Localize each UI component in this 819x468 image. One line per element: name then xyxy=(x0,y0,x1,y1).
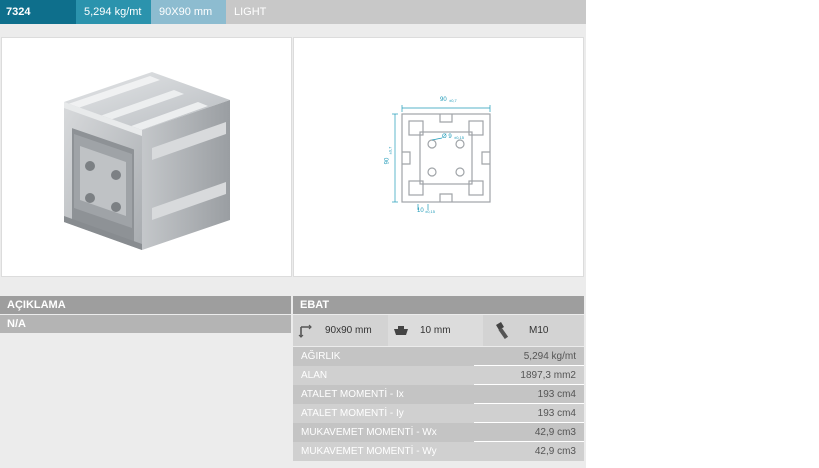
property-value: 1897,3 mm2 xyxy=(520,370,576,381)
property-label: AĞIRLIK xyxy=(301,351,341,362)
height-tolerance-label: ±0,7 xyxy=(387,146,393,155)
property-label: ALAN xyxy=(301,370,328,381)
description-value: N/A xyxy=(0,315,291,333)
table-row: ALAN 1897,3 mm2 xyxy=(293,366,584,385)
hole-diameter-label: Ø 9 xyxy=(442,134,452,140)
aluminium-profile-render xyxy=(64,72,230,250)
property-value: 193 cm4 xyxy=(537,408,576,419)
property-table: AĞIRLIK 5,294 kg/mt ALAN 1897,3 mm2 ATAL… xyxy=(293,347,584,461)
property-label: ATALET MOMENTİ - Iy xyxy=(301,408,404,419)
property-value: 42,9 cm3 xyxy=(534,446,576,457)
product-type: LIGHT xyxy=(226,0,586,24)
width-dimension-label: 90 xyxy=(440,97,447,103)
table-row: ATALET MOMENTİ - Iy 193 cm4 xyxy=(293,404,584,423)
table-row: ATALET MOMENTİ - Ix 193 cm4 xyxy=(293,385,584,404)
product-code: 7324 xyxy=(0,0,76,24)
dimension-bolt: M10 xyxy=(483,315,584,346)
dimension-specs: 90x90 mm 10 mm M10 xyxy=(293,315,584,346)
table-row: MUKAVEMET MOMENTİ - Wy 42,9 cm3 xyxy=(293,442,584,461)
slot-nut-value: 10 mm xyxy=(420,325,451,336)
technical-drawing: 90 ±0,7 90 ±0,7 Ø 9 ±0,15 10 ±0,15 xyxy=(293,37,584,277)
property-value: 5,294 kg/mt xyxy=(523,351,576,362)
hole-tolerance-label: ±0,15 xyxy=(454,135,464,140)
width-tolerance-label: ±0,7 xyxy=(449,98,457,103)
product-render-image xyxy=(1,37,292,277)
property-label: ATALET MOMENTİ - Ix xyxy=(301,389,404,400)
product-weight: 5,294 kg/mt xyxy=(76,0,151,24)
property-value: 42,9 cm3 xyxy=(534,427,576,438)
profile-cross-section-drawing xyxy=(392,105,491,210)
slot-tolerance-label: ±0,15 xyxy=(425,209,435,214)
dimension-profile-size: 90x90 mm xyxy=(293,315,388,346)
product-size: 90X90 mm xyxy=(151,0,226,24)
profile-size-value: 90x90 mm xyxy=(325,325,372,336)
slot-width-label: 10 xyxy=(417,208,424,214)
description-header: AÇIKLAMA xyxy=(0,296,291,314)
product-summary-bar: 7324 5,294 kg/mt 90X90 mm LIGHT xyxy=(0,0,586,24)
table-row: AĞIRLIK 5,294 kg/mt xyxy=(293,347,584,366)
property-label: MUKAVEMET MOMENTİ - Wx xyxy=(301,427,437,438)
dimensions-header: EBAT xyxy=(293,296,584,314)
table-row: MUKAVEMET MOMENTİ - Wx 42,9 cm3 xyxy=(293,423,584,442)
slot-nut-icon xyxy=(388,315,414,346)
dimension-slot-nut: 10 mm xyxy=(388,315,483,346)
product-panel: 7324 5,294 kg/mt 90X90 mm LIGHT 90 ±0,7 … xyxy=(0,0,586,468)
profile-size-icon xyxy=(293,315,319,346)
bolt-value: M10 xyxy=(529,325,549,336)
bolt-icon xyxy=(483,315,523,346)
height-dimension-label: 90 xyxy=(384,157,391,165)
property-label: MUKAVEMET MOMENTİ - Wy xyxy=(301,446,437,457)
property-value: 193 cm4 xyxy=(537,389,576,400)
